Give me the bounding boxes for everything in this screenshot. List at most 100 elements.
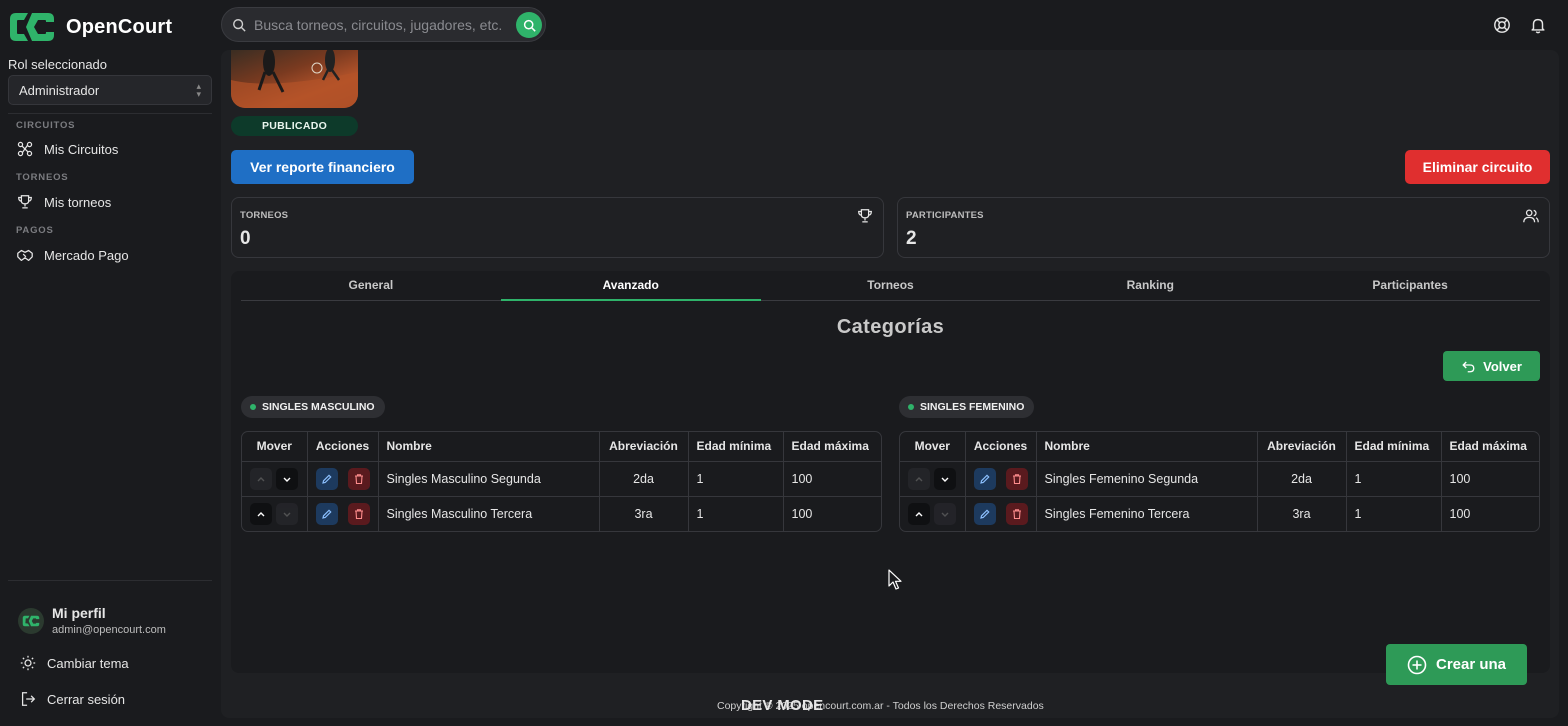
trash-icon <box>1012 473 1021 484</box>
category-min-age: 1 <box>688 496 784 531</box>
category-max-age: 100 <box>1449 506 1471 521</box>
chevron-up-icon <box>257 511 265 517</box>
table-row: Singles Masculino Tercera 3ra 1 100 <box>242 496 881 531</box>
bell-icon <box>1531 18 1545 34</box>
edit-button[interactable] <box>973 502 996 525</box>
delete-button[interactable] <box>1005 502 1028 525</box>
stat-value: 2 <box>906 228 917 249</box>
stat-card-participantes: PARTICIPANTES 2 <box>897 197 1550 258</box>
notifications-button[interactable] <box>1528 15 1548 35</box>
category-max-age: 100 <box>1441 461 1539 497</box>
delete-circuit-button[interactable]: Eliminar circuito <box>1405 150 1550 184</box>
categories-table-masculino: Mover Acciones Nombre Abreviación Edad m… <box>241 431 882 532</box>
create-category-button[interactable]: Crear una <box>1386 644 1527 685</box>
pencil-icon <box>321 509 332 519</box>
table-row: Singles Masculino Segunda 2da 1 100 <box>242 461 881 497</box>
circuit-image <box>231 50 358 108</box>
move-up-button[interactable] <box>250 467 273 490</box>
actions-cell <box>307 461 379 497</box>
search-button[interactable] <box>516 12 542 38</box>
move-down-button[interactable] <box>934 502 957 525</box>
role-select[interactable]: Administrador ▴ ▾ <box>8 75 212 105</box>
move-up-button[interactable] <box>908 502 931 525</box>
pencil-icon <box>979 509 990 519</box>
move-down-button[interactable] <box>276 502 299 525</box>
section-title: Categorías <box>836 316 945 338</box>
logout-label: Cerrar sesión <box>47 691 126 707</box>
divider <box>8 580 212 581</box>
move-up-button[interactable] <box>250 502 273 525</box>
stat-label: TORNEOS <box>240 210 289 221</box>
tab-avanzado[interactable]: Avanzado <box>500 271 761 301</box>
back-button[interactable]: Volver <box>1443 351 1540 381</box>
actions-cell <box>965 461 1037 497</box>
move-cell <box>900 496 966 531</box>
chevron-up-icon <box>915 511 923 517</box>
category-min-age: 1 <box>688 461 784 497</box>
column-header: Abreviación <box>1257 432 1347 462</box>
stat-value: 0 <box>240 228 251 249</box>
category-name: Singles Masculino Segunda <box>378 461 600 497</box>
trash-icon <box>1012 509 1021 519</box>
help-button[interactable] <box>1492 15 1512 35</box>
undo-icon <box>1462 361 1475 372</box>
profile-link[interactable]: Mi perfil admin@opencourt.com <box>18 605 166 636</box>
tab-general[interactable]: General <box>241 271 501 300</box>
plus-circle-icon <box>1407 655 1427 674</box>
tab-ranking[interactable]: Ranking <box>1020 271 1280 300</box>
tab-bar: General Avanzado Torneos Ranking Partici… <box>241 271 1540 301</box>
category-abbr: 2da <box>599 461 689 497</box>
move-cell <box>242 496 308 531</box>
sidebar-item-mercado-pago[interactable]: Mercado Pago <box>16 246 129 264</box>
move-up-button[interactable] <box>908 467 931 490</box>
search-input[interactable] <box>254 16 516 33</box>
handshake-icon <box>17 249 33 262</box>
category-abbr: 3ra <box>1257 496 1347 531</box>
category-name: Singles Femenino Tercera <box>1036 496 1258 531</box>
profile-email: admin@opencourt.com <box>52 624 166 636</box>
category-abbr: 3ra <box>599 496 689 531</box>
delete-button[interactable] <box>347 467 370 490</box>
move-down-button[interactable] <box>934 467 957 490</box>
sidebar-item-mis-circuitos[interactable]: Mis Circuitos <box>16 140 118 158</box>
column-header: Acciones <box>307 432 379 462</box>
edit-button[interactable] <box>315 502 338 525</box>
tab-torneos[interactable]: Torneos <box>761 271 1021 300</box>
change-theme-button[interactable]: Cambiar tema <box>19 654 129 672</box>
app-name: OpenCourt <box>66 15 173 38</box>
column-header: Acciones <box>965 432 1037 462</box>
edit-button[interactable] <box>315 467 338 490</box>
logout-button[interactable]: Cerrar sesión <box>19 690 125 708</box>
sidebar-section-pagos: PAGOS <box>16 225 54 236</box>
search-bar[interactable] <box>221 7 546 42</box>
table-row: Singles Femenino Segunda 2da 1 100 <box>900 461 1539 497</box>
column-header: Mover <box>242 432 308 462</box>
role-label: Rol seleccionado <box>8 57 108 72</box>
move-cell <box>242 461 308 497</box>
column-header: Edad mínima <box>688 432 784 462</box>
trophy-icon <box>18 195 32 209</box>
column-header: Mover <box>900 432 966 462</box>
create-button-label: Crear una <box>1435 656 1507 673</box>
stat-card-torneos: TORNEOS 0 <box>231 197 884 258</box>
column-header: Edad máxima <box>1441 432 1539 462</box>
column-header: Abreviación <box>599 432 689 462</box>
search-icon <box>233 18 246 32</box>
tab-participantes[interactable]: Participantes <box>1280 271 1540 300</box>
opencourt-logo-icon <box>22 615 40 626</box>
delete-button[interactable] <box>1005 467 1028 490</box>
app-logo[interactable]: OpenCourt <box>8 11 172 43</box>
back-button-label: Volver <box>1483 358 1522 374</box>
avatar <box>18 607 44 634</box>
category-max-age: 100 <box>791 506 813 521</box>
category-group-title: SINGLES MASCULINO <box>262 401 375 413</box>
move-down-button[interactable] <box>276 467 299 490</box>
chevron-down-icon <box>283 512 291 517</box>
financial-report-button[interactable]: Ver reporte financiero <box>231 150 414 184</box>
trophy-icon <box>858 209 872 223</box>
sidebar-item-mis-torneos[interactable]: Mis torneos <box>16 193 111 211</box>
table-header-row: Mover Acciones Nombre Abreviación Edad m… <box>242 432 881 462</box>
delete-button[interactable] <box>347 502 370 525</box>
edit-button[interactable] <box>973 467 996 490</box>
column-header: Edad mínima <box>1346 432 1442 462</box>
